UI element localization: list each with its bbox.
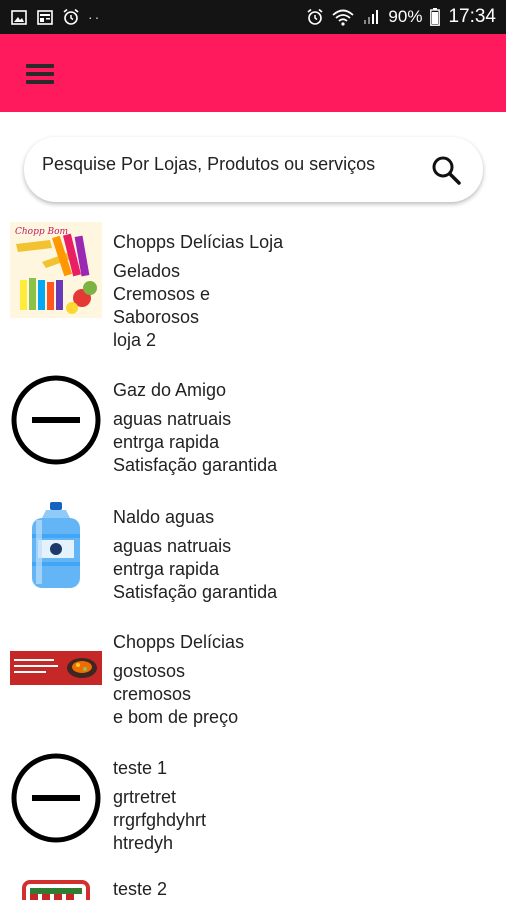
battery-icon <box>430 8 441 26</box>
notification-dots: ·· <box>88 9 102 25</box>
wifi-icon <box>332 8 355 26</box>
store-description-line: Satisfação garantida <box>113 582 278 602</box>
store-description: aguas natruais entrga rapida Satisfação … <box>113 408 493 477</box>
news-icon <box>36 8 54 26</box>
store-name: Naldo aguas <box>113 507 215 527</box>
signal-icon <box>362 8 380 26</box>
store-description-line: Saborosos <box>113 307 200 327</box>
store-description-line: Cremosos e <box>113 284 211 304</box>
svg-text:Chopp Bom: Chopp Bom <box>15 227 68 237</box>
menu-line <box>26 72 54 76</box>
store-name: teste 1 <box>113 758 168 778</box>
store-description-line: Gelados <box>113 261 181 281</box>
store-text: Chopps Delícias Loja Gelados Cremosos e … <box>113 231 493 352</box>
store-name: Chopps Delícias Loja <box>113 232 284 252</box>
store-description: gostosos cremosos e bom de preço <box>113 660 493 729</box>
store-text: Chopps Delícias gostosos cremosos e bom … <box>113 631 493 729</box>
water-gallon-photo <box>10 500 102 592</box>
hamburger-menu-icon[interactable] <box>22 58 58 90</box>
status-bar: ·· 90% 17:34 <box>0 0 506 34</box>
store-description-line: grtretret <box>113 787 177 807</box>
menu-line <box>26 64 54 68</box>
store-description-line: cremosos <box>113 684 192 704</box>
store-text: Naldo aguas aguas natruais entrga rapida… <box>113 506 493 604</box>
status-left: ·· <box>10 8 101 26</box>
store-description-line: rrgrfghdyhrt <box>113 810 207 830</box>
restaurant-banner-photo <box>10 622 102 714</box>
store-text: teste 2 <box>113 878 493 900</box>
clock: 17:34 <box>448 6 496 27</box>
chopp-product-photo: Chopp Bom <box>10 222 102 318</box>
store-description-line: Satisfação garantida <box>113 455 278 475</box>
store-description-line: loja 2 <box>113 330 157 350</box>
store-text: teste 1 grtretret rrgrfghdyhrt htredyh <box>113 757 493 855</box>
store-description: Gelados Cremosos e Saborosos loja 2 <box>113 260 493 352</box>
no-image-icon <box>10 374 102 466</box>
store-name: Gaz do Amigo <box>113 380 227 400</box>
store-description-line: gostosos <box>113 661 186 681</box>
menu-line <box>26 80 54 84</box>
image-icon <box>10 8 28 26</box>
store-description: aguas natruais entrga rapida Satisfação … <box>113 535 493 604</box>
store-description: grtretret rrgrfghdyhrt htredyh <box>113 786 493 855</box>
search-bar <box>24 137 483 202</box>
store-description-line: e bom de preço <box>113 707 239 727</box>
alarm-icon <box>306 8 324 26</box>
store-description-line: aguas natruais <box>113 536 232 556</box>
store-description-line: entrga rapida <box>113 559 220 579</box>
store-text: Gaz do Amigo aguas natruais entrga rapid… <box>113 379 493 477</box>
status-right: 90% 17:34 <box>306 6 496 28</box>
no-image-icon <box>10 752 102 844</box>
battery-percent: 90% <box>388 7 423 26</box>
store-name: Chopps Delícias <box>113 632 245 652</box>
app-bar <box>0 34 506 112</box>
store-awning-icon <box>10 880 102 900</box>
store-name: teste 2 <box>113 879 168 899</box>
alarm-icon <box>62 8 80 26</box>
search-input[interactable] <box>42 154 429 175</box>
store-description-line: entrga rapida <box>113 432 220 452</box>
store-description-line: aguas natruais <box>113 409 232 429</box>
search-icon[interactable] <box>429 153 463 187</box>
store-description-line: htredyh <box>113 833 174 853</box>
